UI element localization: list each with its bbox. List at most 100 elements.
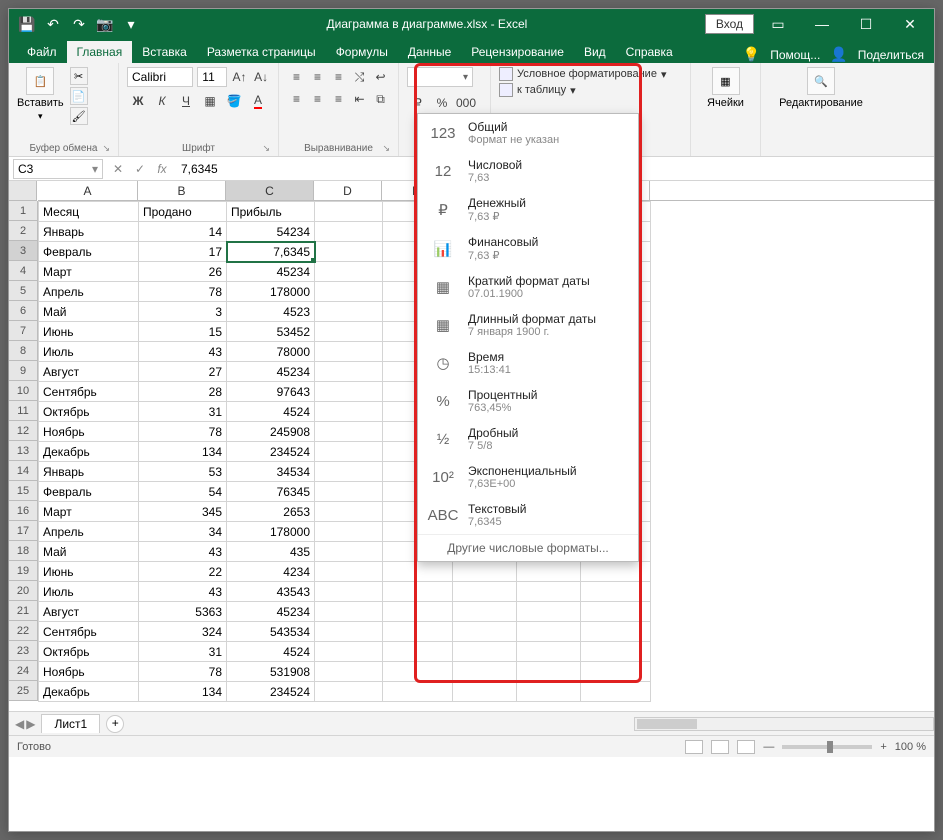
page-layout-view-icon[interactable] — [711, 740, 729, 754]
cell[interactable]: Июнь — [39, 322, 139, 342]
cell[interactable] — [315, 482, 383, 502]
paste-button[interactable]: 📋 Вставить ▾ — [17, 67, 64, 122]
select-all-corner[interactable] — [9, 181, 37, 201]
sheet-next-icon[interactable]: ▶ — [26, 717, 35, 731]
clipboard-dialog-icon[interactable]: ↘ — [102, 143, 110, 154]
cell[interactable]: 4524 — [227, 642, 315, 662]
cell[interactable]: Апрель — [39, 522, 139, 542]
percent-icon[interactable]: % — [431, 93, 453, 113]
camera-icon[interactable]: 📷 — [95, 14, 115, 34]
cell[interactable] — [315, 282, 383, 302]
cell[interactable]: 54234 — [227, 222, 315, 242]
cell[interactable]: 45234 — [227, 262, 315, 282]
cell[interactable]: Февраль — [39, 482, 139, 502]
italic-button[interactable]: К — [151, 91, 173, 111]
cell[interactable] — [315, 662, 383, 682]
cell[interactable] — [453, 682, 517, 702]
cell[interactable] — [517, 562, 581, 582]
row-header[interactable]: 18 — [9, 541, 37, 561]
row-header[interactable]: 9 — [9, 361, 37, 381]
tab-page-layout[interactable]: Разметка страницы — [197, 41, 326, 63]
font-dialog-icon[interactable]: ↘ — [262, 143, 270, 154]
cell[interactable]: Март — [39, 262, 139, 282]
zoom-level[interactable]: 100 % — [895, 741, 926, 753]
cell[interactable]: Ноябрь — [39, 662, 139, 682]
cell[interactable] — [315, 242, 383, 262]
column-header[interactable]: A — [38, 181, 138, 200]
wrap-text-icon[interactable]: ↩ — [371, 67, 390, 87]
format-option[interactable]: %Процентный763,45% — [418, 382, 638, 420]
row-header[interactable]: 3 — [9, 241, 37, 261]
cell[interactable]: 43 — [139, 582, 227, 602]
cell[interactable]: 178000 — [227, 282, 315, 302]
cell[interactable]: 3 — [139, 302, 227, 322]
cell[interactable]: Октябрь — [39, 402, 139, 422]
cell[interactable] — [315, 522, 383, 542]
cell[interactable] — [517, 582, 581, 602]
cell[interactable]: 76345 — [227, 482, 315, 502]
cell[interactable] — [315, 322, 383, 342]
cell[interactable]: Сентябрь — [39, 382, 139, 402]
ribbon-options-icon[interactable]: ▭ — [758, 9, 798, 39]
cell[interactable]: 34 — [139, 522, 227, 542]
cell[interactable]: Июнь — [39, 562, 139, 582]
cell[interactable] — [517, 682, 581, 702]
cell[interactable]: 4524 — [227, 402, 315, 422]
conditional-formatting-button[interactable]: Условное форматирование ▾ — [499, 67, 682, 81]
close-icon[interactable]: ✕ — [890, 9, 930, 39]
cell[interactable] — [581, 682, 651, 702]
row-header[interactable]: 10 — [9, 381, 37, 401]
horizontal-scrollbar[interactable] — [634, 717, 934, 731]
format-option[interactable]: ABCТекстовый7,6345 — [418, 496, 638, 534]
align-dialog-icon[interactable]: ↘ — [382, 143, 390, 154]
cell[interactable] — [315, 262, 383, 282]
cell[interactable] — [315, 562, 383, 582]
cell[interactable] — [581, 662, 651, 682]
cell[interactable]: Декабрь — [39, 442, 139, 462]
more-formats-link[interactable]: Другие числовые форматы... — [418, 534, 638, 561]
cell[interactable] — [315, 382, 383, 402]
cut-icon[interactable]: ✂ — [70, 67, 88, 85]
editing-button[interactable]: 🔍Редактирование — [769, 67, 873, 109]
column-header[interactable]: C — [226, 181, 314, 200]
cell[interactable] — [383, 622, 453, 642]
cell[interactable] — [383, 682, 453, 702]
comma-icon[interactable]: 000 — [455, 93, 477, 113]
cell[interactable]: Декабрь — [39, 682, 139, 702]
cell[interactable] — [453, 602, 517, 622]
cell[interactable]: 5363 — [139, 602, 227, 622]
cell[interactable]: Август — [39, 362, 139, 382]
cell[interactable]: Февраль — [39, 242, 139, 262]
name-box[interactable]: C3▾ — [13, 159, 103, 179]
column-header[interactable]: D — [314, 181, 382, 200]
cell[interactable]: 26 — [139, 262, 227, 282]
increase-font-icon[interactable]: A↑ — [231, 67, 249, 87]
cell[interactable] — [315, 422, 383, 442]
cell[interactable] — [453, 662, 517, 682]
cell[interactable]: 234524 — [227, 682, 315, 702]
cell[interactable] — [517, 662, 581, 682]
cell[interactable] — [315, 202, 383, 222]
tell-me[interactable]: Помощ... — [770, 48, 820, 62]
row-header[interactable]: 12 — [9, 421, 37, 441]
cell[interactable] — [315, 222, 383, 242]
cell[interactable] — [581, 562, 651, 582]
cell[interactable]: 7,6345 — [227, 242, 315, 262]
cell[interactable]: Август — [39, 602, 139, 622]
cell[interactable]: Апрель — [39, 282, 139, 302]
row-header[interactable]: 16 — [9, 501, 37, 521]
row-header[interactable]: 7 — [9, 321, 37, 341]
tab-view[interactable]: Вид — [574, 41, 616, 63]
cell[interactable]: 17 — [139, 242, 227, 262]
cell[interactable]: 435 — [227, 542, 315, 562]
cell[interactable]: 31 — [139, 402, 227, 422]
cell[interactable]: 134 — [139, 442, 227, 462]
qat-more-icon[interactable]: ▾ — [121, 14, 141, 34]
row-header[interactable]: 25 — [9, 681, 37, 701]
cell[interactable] — [315, 602, 383, 622]
cell[interactable] — [453, 622, 517, 642]
align-right-icon[interactable]: ≡ — [329, 89, 348, 109]
row-header[interactable]: 23 — [9, 641, 37, 661]
row-header[interactable]: 14 — [9, 461, 37, 481]
zoom-in-icon[interactable]: + — [880, 741, 886, 753]
